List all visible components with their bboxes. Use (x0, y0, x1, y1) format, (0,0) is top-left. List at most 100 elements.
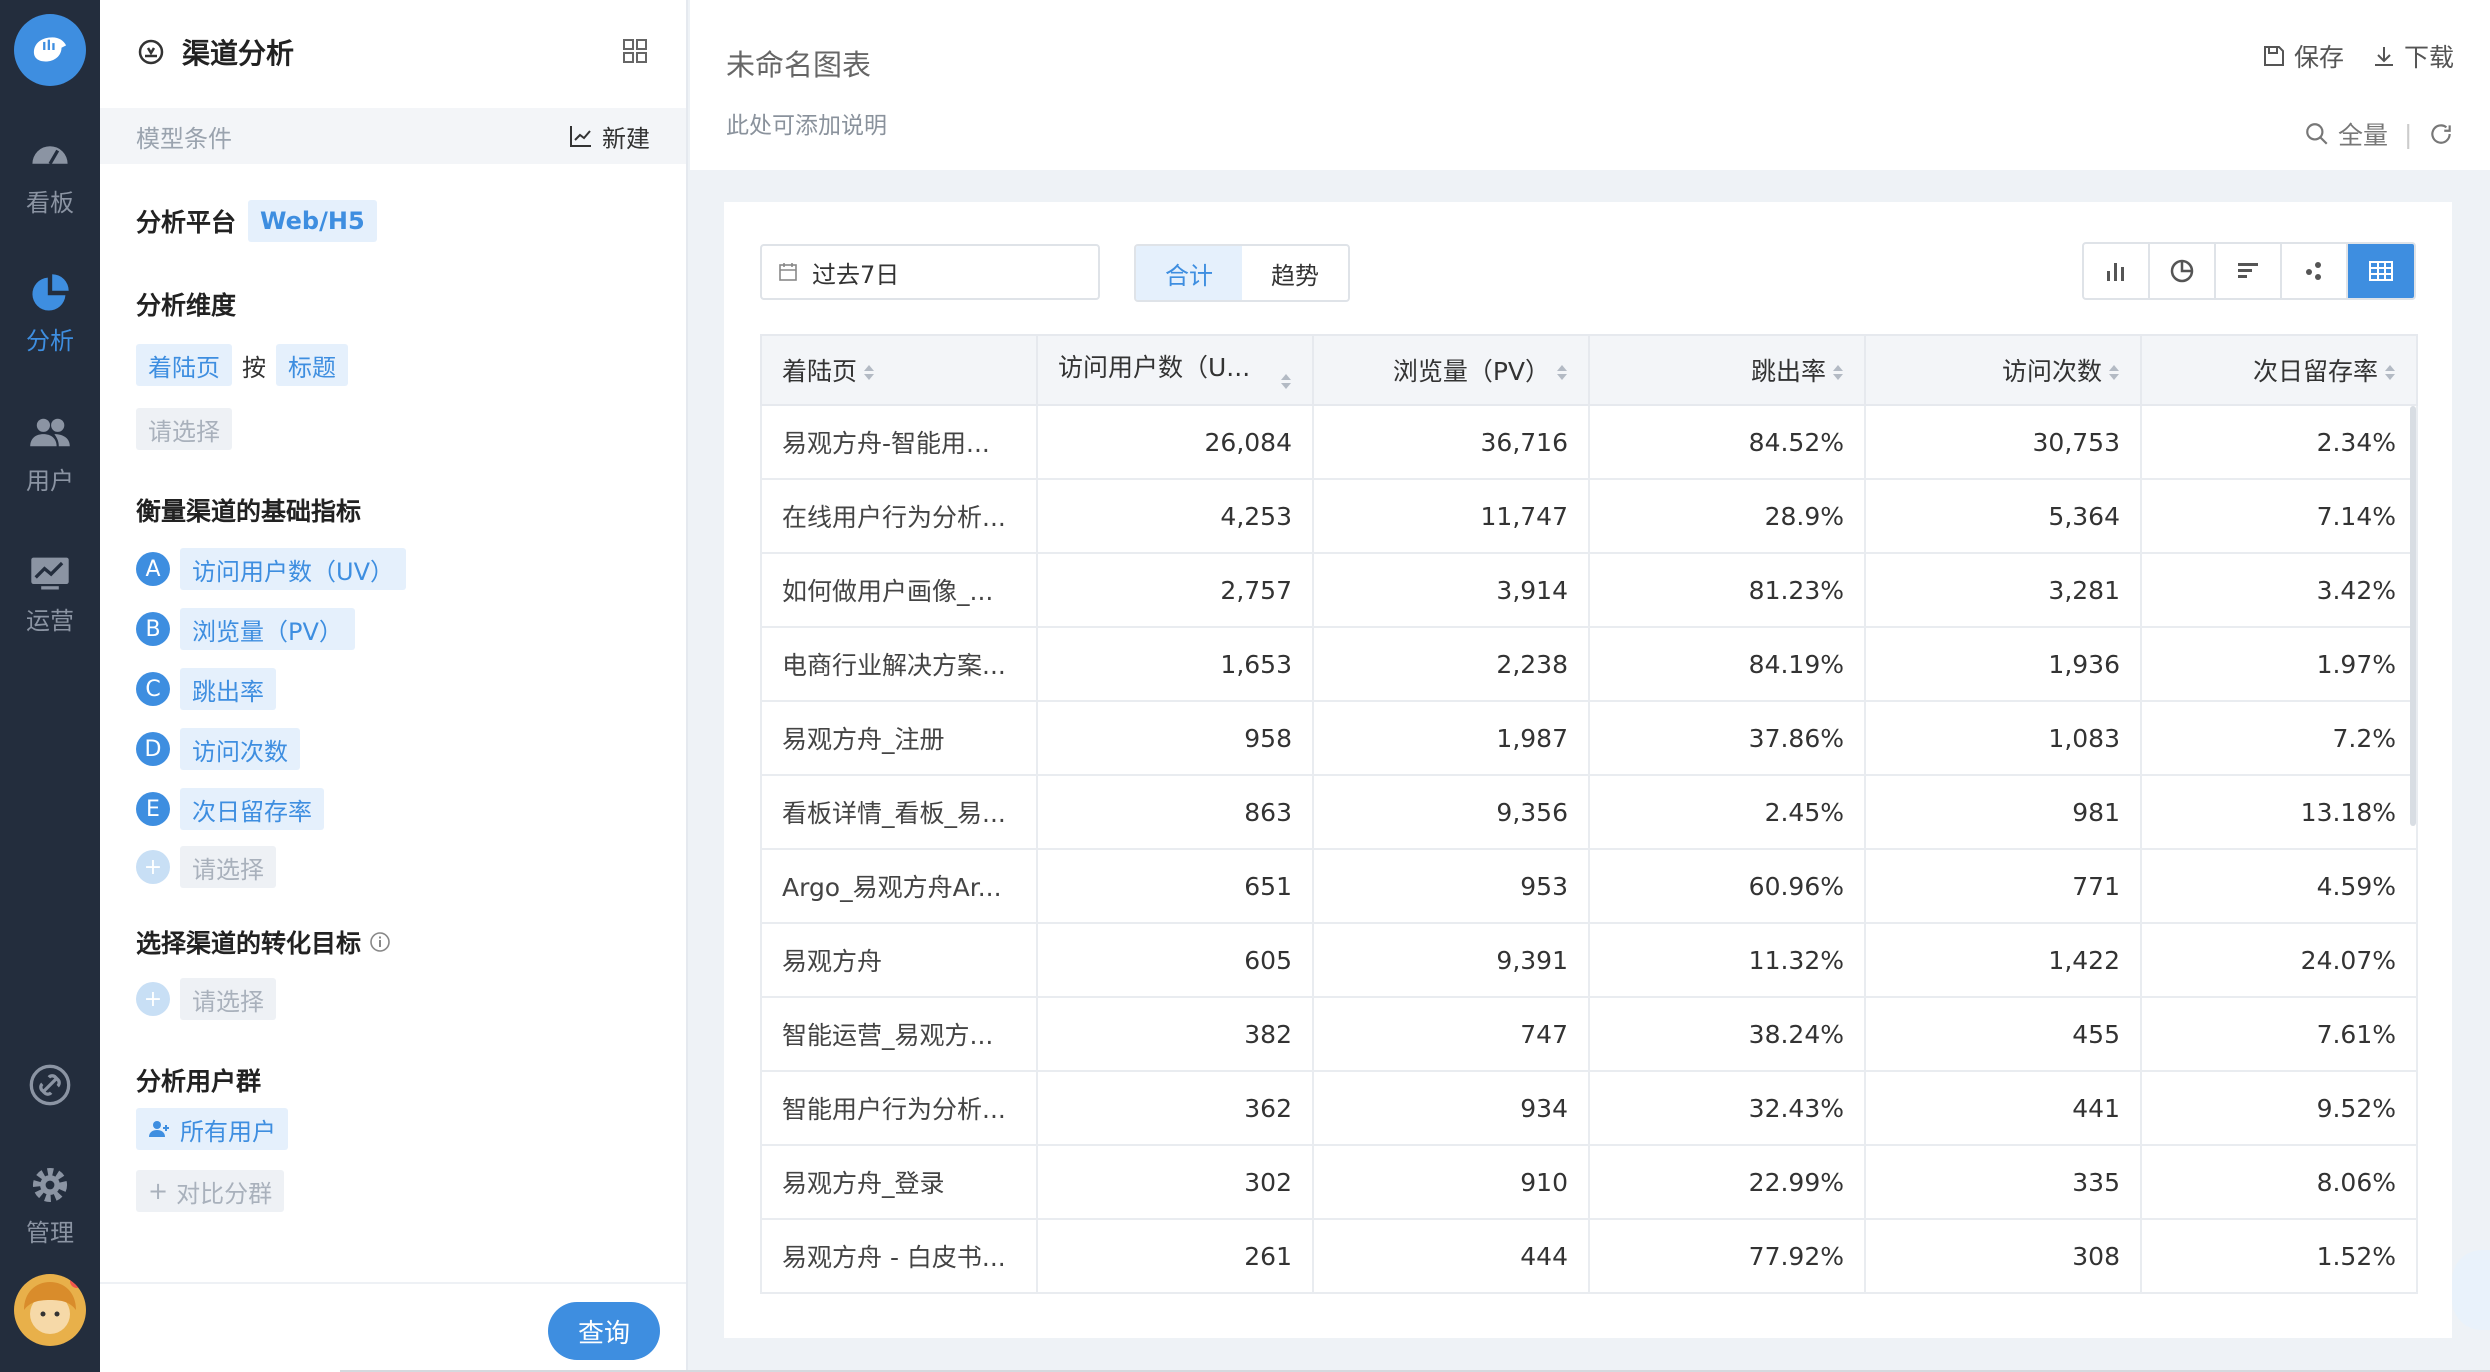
goal-select[interactable]: 请选择 (180, 978, 276, 1020)
table-row[interactable]: 看板详情_看板_易... 863 9,356 2.45% 981 13.18% (760, 774, 2418, 850)
metric-item[interactable]: E 次日留存率 (136, 788, 324, 830)
table-row[interactable]: 智能用户行为分析... 362 934 32.43% 441 9.52% (760, 1070, 2418, 1146)
nav-item-dashboard[interactable]: 看板 (0, 120, 100, 230)
nav-item-analysis[interactable]: 分析 (0, 258, 100, 368)
hbar-chart-button[interactable] (2216, 244, 2282, 298)
download-button[interactable]: 下载 (2372, 38, 2454, 74)
column-header[interactable]: 浏览量（PV） (1312, 334, 1590, 406)
platform-select[interactable]: Web/H5 (248, 200, 377, 242)
metric-item[interactable]: A 访问用户数（UV） (136, 548, 406, 590)
metric-cell: 3,281 (1864, 552, 2142, 628)
landing-page-cell[interactable]: 如何做用户画像_... (760, 552, 1038, 628)
date-range-picker[interactable]: 过去7日 (760, 244, 1100, 300)
model-conditions-bar: 模型条件 新建 (100, 108, 686, 164)
table-row[interactable]: 电商行业解决方案... 1,653 2,238 84.19% 1,936 1.97% (760, 626, 2418, 702)
metric-cell: 1.97% (2140, 626, 2418, 702)
sort-icon (2384, 363, 2396, 383)
column-header[interactable]: 跳出率 (1588, 334, 1866, 406)
table-row[interactable]: 智能运营_易观方... 382 747 38.24% 455 7.61% (760, 996, 2418, 1072)
table-view-button[interactable] (2348, 244, 2414, 298)
column-header[interactable]: 次日留存率 (2140, 334, 2418, 406)
table-row[interactable]: 易观方舟 - 白皮书... 261 444 77.92% 308 1.52% (760, 1218, 2418, 1294)
seg-trend[interactable]: 趋势 (1242, 246, 1348, 300)
app-logo-icon[interactable] (14, 14, 86, 86)
metric-label[interactable]: 次日留存率 (180, 788, 324, 830)
metric-cell: 3,914 (1312, 552, 1590, 628)
metric-cell: 9.52% (2140, 1070, 2418, 1146)
nav-label: 分析 (26, 326, 74, 355)
download-icon (2375, 47, 2393, 66)
column-header[interactable]: 着陆页 (760, 334, 1038, 406)
date-range-value: 过去7日 (812, 260, 900, 289)
dimension-add-select[interactable]: 请选择 (136, 408, 232, 450)
platform-title: 分析平台 (136, 208, 237, 237)
nav-label: 看板 (26, 188, 74, 217)
chart-title[interactable]: 未命名图表 (726, 42, 871, 84)
table-row[interactable]: Argo_易观方舟Ar... 651 953 60.96% 771 4.59% (760, 848, 2418, 924)
landing-page-cell[interactable]: 在线用户行为分析... (760, 478, 1038, 554)
assistant-mascot-icon[interactable] (2452, 1250, 2490, 1330)
metric-cell: 953 (1312, 848, 1590, 924)
new-model-label: 新建 (602, 124, 650, 153)
metric-label[interactable]: 访问次数 (180, 728, 300, 770)
nav-item-manage[interactable]: 管理 (0, 1150, 100, 1260)
horizontal-bar-icon (2238, 263, 2258, 278)
nav-label: 管理 (26, 1218, 74, 1247)
table-row[interactable]: 易观方舟-智能用... 26,084 36,716 84.52% 30,753 2.34% (760, 404, 2418, 480)
metric-add-select[interactable]: 请选择 (180, 846, 276, 888)
sampling-control[interactable]: 全量 | (2304, 116, 2454, 152)
dimension-secondary[interactable]: 标题 (276, 344, 348, 386)
table-icon (2369, 261, 2393, 281)
bar-chart-button[interactable] (2084, 244, 2150, 298)
landing-page-cell[interactable]: 易观方舟-智能用... (760, 404, 1038, 480)
scatter-chart-button[interactable] (2282, 244, 2348, 298)
compare-group-button[interactable]: + 对比分群 (136, 1170, 285, 1212)
seg-total[interactable]: 合计 (1136, 246, 1242, 300)
save-button[interactable]: 保存 (2262, 38, 2344, 74)
refresh-icon[interactable] (2428, 121, 2454, 147)
dimension-primary[interactable]: 着陆页 (136, 344, 232, 386)
new-model-button[interactable]: 新建 (568, 119, 650, 154)
landing-page-cell[interactable]: 智能用户行为分析... (760, 1070, 1038, 1146)
landing-page-cell[interactable]: 易观方舟 - 白皮书... (760, 1218, 1038, 1294)
info-icon[interactable] (369, 931, 391, 953)
grid-icon[interactable] (622, 38, 648, 64)
landing-page-cell[interactable]: Argo_易观方舟Ar... (760, 848, 1038, 924)
pie-chart-button[interactable] (2150, 244, 2216, 298)
table-row[interactable]: 易观方舟_注册 958 1,987 37.86% 1,083 7.2% (760, 700, 2418, 776)
metric-item[interactable]: B 浏览量（PV） (136, 608, 355, 650)
avatar[interactable] (14, 1274, 86, 1346)
metric-label[interactable]: 访问用户数（UV） (180, 548, 406, 590)
metric-cell: 455 (1864, 996, 2142, 1072)
nav-item-link[interactable] (0, 1030, 100, 1140)
goal-add-row[interactable]: + 请选择 (136, 978, 276, 1020)
landing-page-cell[interactable]: 易观方舟_登录 (760, 1144, 1038, 1220)
metric-cell: 5,364 (1864, 478, 2142, 554)
metric-add-row[interactable]: + 请选择 (136, 846, 276, 888)
metric-cell: 2,238 (1312, 626, 1590, 702)
landing-page-cell[interactable]: 智能运营_易观方... (760, 996, 1038, 1072)
table-row[interactable]: 易观方舟_登录 302 910 22.99% 335 8.06% (760, 1144, 2418, 1220)
landing-page-cell[interactable]: 看板详情_看板_易... (760, 774, 1038, 850)
metric-label[interactable]: 浏览量（PV） (180, 608, 355, 650)
table-row[interactable]: 在线用户行为分析... 4,253 11,747 28.9% 5,364 7.14% (760, 478, 2418, 554)
query-button[interactable]: 查询 (548, 1302, 660, 1360)
nav-item-users[interactable]: 用户 (0, 398, 100, 508)
table-row[interactable]: 如何做用户画像_... 2,757 3,914 81.23% 3,281 3.42% (760, 552, 2418, 628)
metric-cell: 8.06% (2140, 1144, 2418, 1220)
chart-description[interactable]: 此处可添加说明 (726, 106, 887, 140)
table-scrollbar[interactable] (2410, 406, 2416, 826)
column-header[interactable]: 访问用户数（U... (1036, 334, 1314, 406)
table-row[interactable]: 易观方舟 605 9,391 11.32% 1,422 24.07% (760, 922, 2418, 998)
nav-item-operations[interactable]: 运营 (0, 538, 100, 648)
dimension-add-row: 请选择 (136, 408, 232, 450)
metric-item[interactable]: C 跳出率 (136, 668, 276, 710)
metric-item[interactable]: D 访问次数 (136, 728, 300, 770)
metric-label[interactable]: 跳出率 (180, 668, 276, 710)
landing-page-cell[interactable]: 易观方舟 (760, 922, 1038, 998)
config-panel: 渠道分析 模型条件 新建 分析平台 Web/H5 分析维度 着陆页 按 标题 请… (100, 0, 688, 1372)
landing-page-cell[interactable]: 易观方舟_注册 (760, 700, 1038, 776)
column-header[interactable]: 访问次数 (1864, 334, 2142, 406)
landing-page-cell[interactable]: 电商行业解决方案... (760, 626, 1038, 702)
usergroup-select[interactable]: 所有用户 (136, 1108, 288, 1150)
